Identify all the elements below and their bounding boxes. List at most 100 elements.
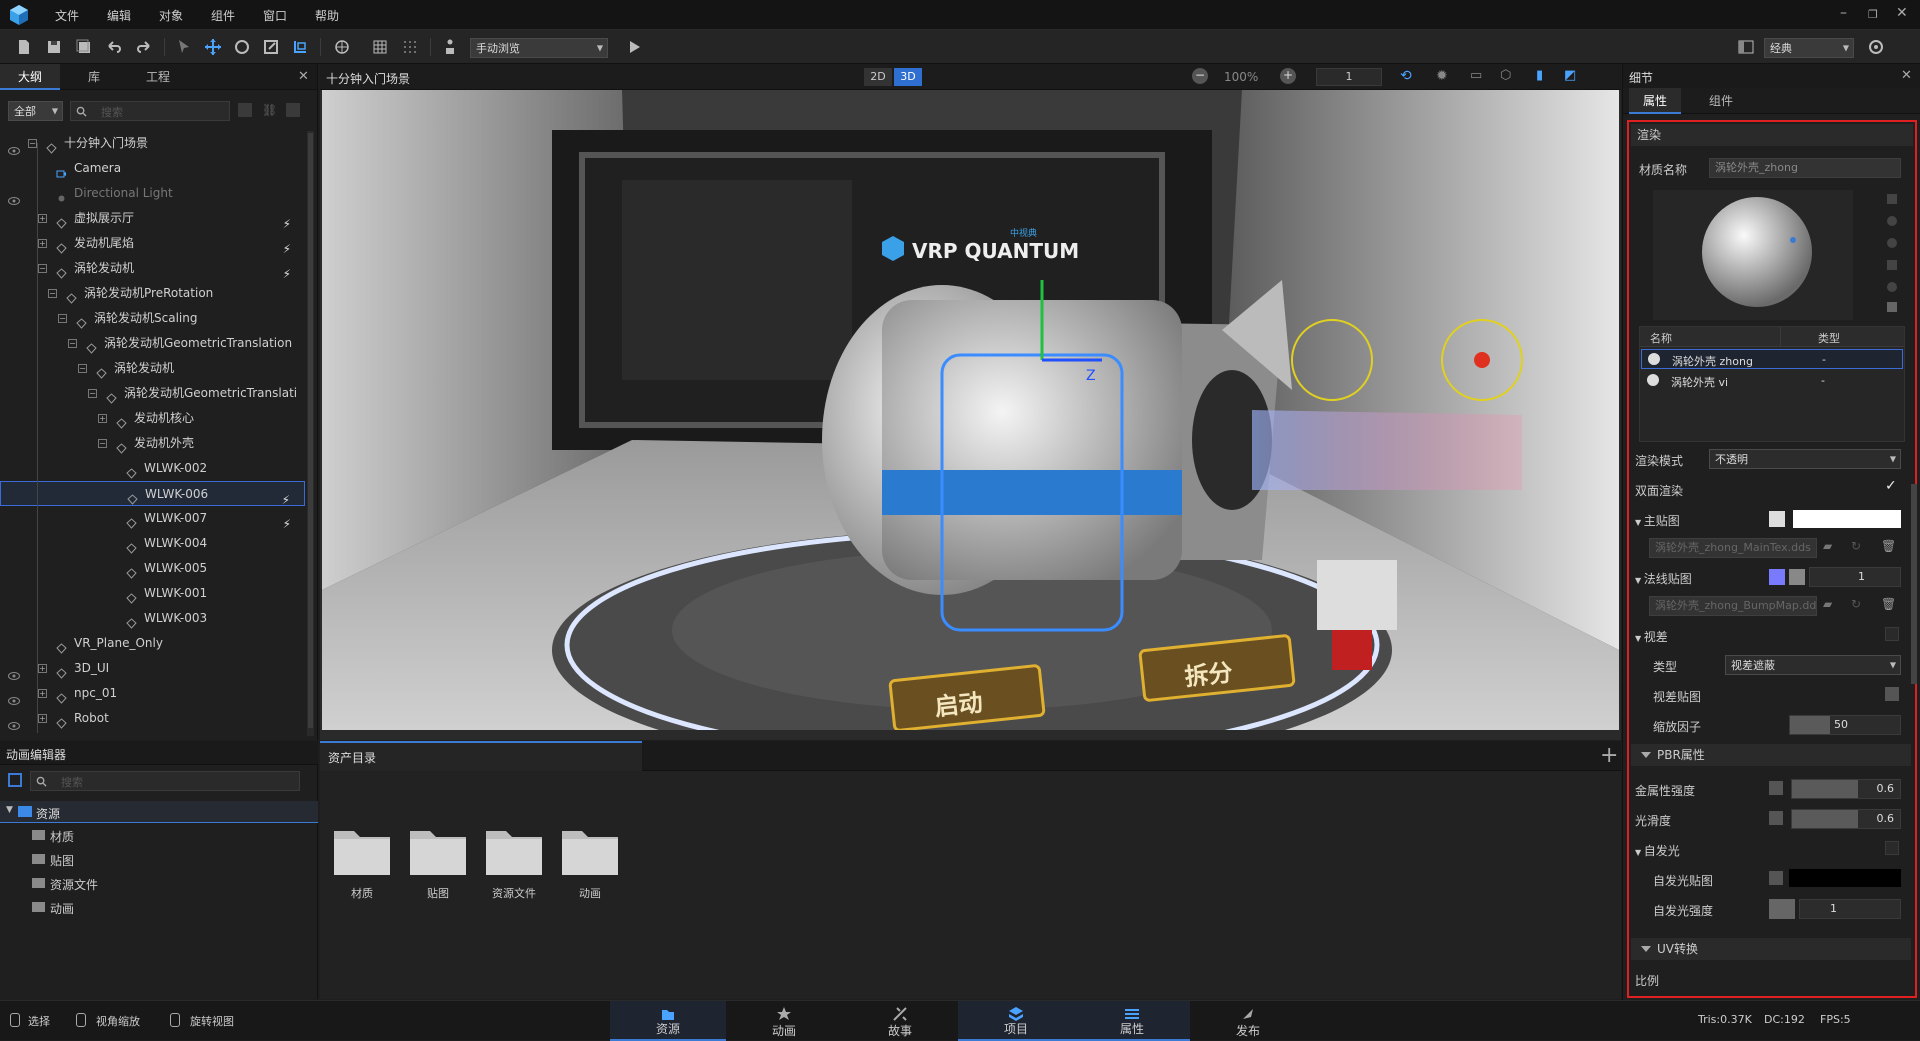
expand-toggle-icon[interactable]: −: [58, 314, 67, 323]
expand-toggle-icon[interactable]: +: [98, 414, 107, 423]
expand-toggle-icon[interactable]: −: [28, 139, 37, 148]
expand-toggle-icon[interactable]: +: [38, 239, 47, 248]
normal-tex-swatch-2[interactable]: [1789, 569, 1805, 585]
zoom-in-icon[interactable]: +: [1280, 68, 1296, 84]
tree-item[interactable]: − 涡轮发动机PreRotation: [0, 281, 305, 306]
normal-tex-swatch[interactable]: [1769, 569, 1785, 585]
asset-folder-row[interactable]: 材质: [32, 825, 312, 847]
expand-toggle-icon[interactable]: +: [38, 714, 47, 723]
expand-toggle-icon[interactable]: −: [38, 264, 47, 273]
menu-edit[interactable]: 编辑: [107, 7, 131, 24]
asset-tab[interactable]: 资产目录: [320, 741, 642, 771]
asset-folder[interactable]: 资源文件: [484, 821, 544, 911]
parallax-label-row[interactable]: ▼ 视差: [1635, 628, 1668, 645]
tree-item[interactable]: − 涡轮发动机GeometricTranslati: [0, 381, 305, 406]
expand-toggle-icon[interactable]: +: [38, 214, 47, 223]
asset-root-row[interactable]: ▼ 资源: [0, 801, 318, 823]
tree-item[interactable]: WLWK-006 ⚡: [0, 481, 305, 507]
play-icon[interactable]: [624, 37, 644, 57]
sync-icon[interactable]: ⟲: [1400, 68, 1412, 84]
expand-toggle-icon[interactable]: +: [38, 664, 47, 673]
tree-item[interactable]: − 涡轮发动机GeometricTranslation: [0, 331, 305, 356]
panel-toggle-icon[interactable]: [8, 773, 22, 787]
tree-item[interactable]: WLWK-004: [0, 531, 305, 556]
visibility-eye-icon[interactable]: [8, 189, 20, 205]
tab-properties[interactable]: 属性: [1074, 1001, 1190, 1041]
walk-mode-icon[interactable]: [440, 37, 460, 57]
zoom-out-icon[interactable]: −: [1192, 68, 1208, 84]
tree-item[interactable]: WLWK-002: [0, 456, 305, 481]
add-node-icon[interactable]: [286, 103, 300, 117]
save-icon[interactable]: [44, 37, 64, 57]
tree-item[interactable]: − 涡轮发动机: [0, 356, 305, 381]
details-scrollbar[interactable]: [1911, 484, 1917, 684]
dot-grid-icon[interactable]: [400, 37, 420, 57]
tree-item[interactable]: − 十分钟入门场景: [0, 131, 305, 156]
scale-icon[interactable]: [261, 37, 281, 57]
tree-item[interactable]: +3D_UI: [0, 656, 305, 681]
asset-folder-row[interactable]: 动画: [32, 897, 312, 919]
filter-dropdown[interactable]: 全部 ▼: [8, 101, 63, 121]
close-panel-icon[interactable]: ✕: [1901, 68, 1912, 83]
asset-folder[interactable]: 动画: [560, 821, 620, 911]
tab-animation[interactable]: 动画: [726, 1001, 842, 1041]
material-row[interactable]: 涡轮外壳 vi -: [1641, 371, 1903, 391]
section-uv[interactable]: UV转换: [1631, 938, 1911, 960]
tree-item[interactable]: WLWK-005: [0, 556, 305, 581]
normal-tex-label-row[interactable]: ▼ 法线贴图: [1635, 570, 1692, 587]
tree-item[interactable]: WLWK-007 ⚡: [0, 506, 305, 531]
asset-folder-row[interactable]: 资源文件: [32, 873, 312, 895]
double-sided-checkbox[interactable]: ✓: [1885, 478, 1897, 494]
layout-dropdown[interactable]: 经典 ▼: [1764, 38, 1854, 58]
parallax-checkbox[interactable]: [1885, 627, 1899, 641]
visibility-eye-icon[interactable]: [8, 689, 20, 705]
visibility-eye-icon[interactable]: [8, 139, 20, 155]
menu-component[interactable]: 组件: [211, 7, 235, 24]
camera-icon[interactable]: ▭: [1470, 68, 1482, 83]
tab-project[interactable]: 项目: [958, 1001, 1074, 1041]
preview-refresh-icon[interactable]: [1887, 302, 1897, 312]
tree-item[interactable]: + 发动机核心: [0, 406, 305, 431]
scene-view[interactable]: Z VRP QUANTUM 中视典 启动 拆分: [322, 90, 1619, 730]
lock-icon[interactable]: ▮: [1536, 68, 1543, 83]
tree-item[interactable]: VR_Plane_Only: [0, 631, 305, 656]
emissive-map-icon[interactable]: [1769, 871, 1783, 885]
metal-map-icon[interactable]: [1769, 781, 1783, 795]
asset-folder-row[interactable]: 贴图: [32, 849, 312, 871]
preview-light-icon[interactable]: [1887, 238, 1897, 248]
material-row[interactable]: 涡轮外壳 zhong -: [1641, 349, 1903, 369]
redo-icon[interactable]: [134, 37, 154, 57]
tree-item[interactable]: + 发动机尾焰 ⚡: [0, 231, 305, 256]
tab-outline[interactable]: 大纲: [0, 64, 60, 90]
close-panel-icon[interactable]: ✕: [298, 69, 309, 84]
new-file-icon[interactable]: [14, 37, 34, 57]
tree-item[interactable]: + Robot: [0, 706, 305, 731]
preview-cube-icon[interactable]: [1887, 260, 1897, 270]
undo-icon[interactable]: [104, 37, 124, 57]
cube-icon[interactable]: ⬡: [1500, 68, 1511, 83]
scale-factor-slider[interactable]: 50: [1789, 715, 1901, 735]
emissive-strength-slider[interactable]: 1: [1799, 899, 1901, 919]
tab-library[interactable]: 库: [62, 64, 126, 90]
preview-sphere-icon[interactable]: [1887, 216, 1897, 226]
normal-strength-slider[interactable]: 1: [1809, 567, 1901, 587]
mode-2d-button[interactable]: 2D: [864, 68, 892, 86]
menu-help[interactable]: 帮助: [315, 7, 339, 24]
asset-folder[interactable]: 材质: [332, 821, 392, 911]
expand-toggle-icon[interactable]: +: [38, 689, 47, 698]
outline-scrollbar[interactable]: [307, 131, 314, 736]
tree-item[interactable]: Directional Light: [0, 181, 305, 206]
metal-slider[interactable]: 0.6: [1791, 779, 1901, 799]
settings-icon[interactable]: [1866, 37, 1886, 57]
expand-toggle-icon[interactable]: −: [88, 389, 97, 398]
menu-file[interactable]: 文件: [55, 7, 79, 24]
visibility-eye-icon[interactable]: [8, 714, 20, 730]
snap-icon[interactable]: [332, 37, 352, 57]
main-tex-color-bar[interactable]: [1793, 510, 1901, 528]
expand-toggle-icon[interactable]: −: [78, 364, 87, 373]
main-tex-file[interactable]: 涡轮外壳_zhong_MainTex.dds: [1649, 538, 1817, 558]
rotate-icon[interactable]: [232, 37, 252, 57]
preview-bg-icon[interactable]: [1887, 194, 1897, 204]
main-tex-label-row[interactable]: ▼ 主贴图: [1635, 512, 1680, 529]
tab-components[interactable]: 组件: [1695, 88, 1747, 114]
